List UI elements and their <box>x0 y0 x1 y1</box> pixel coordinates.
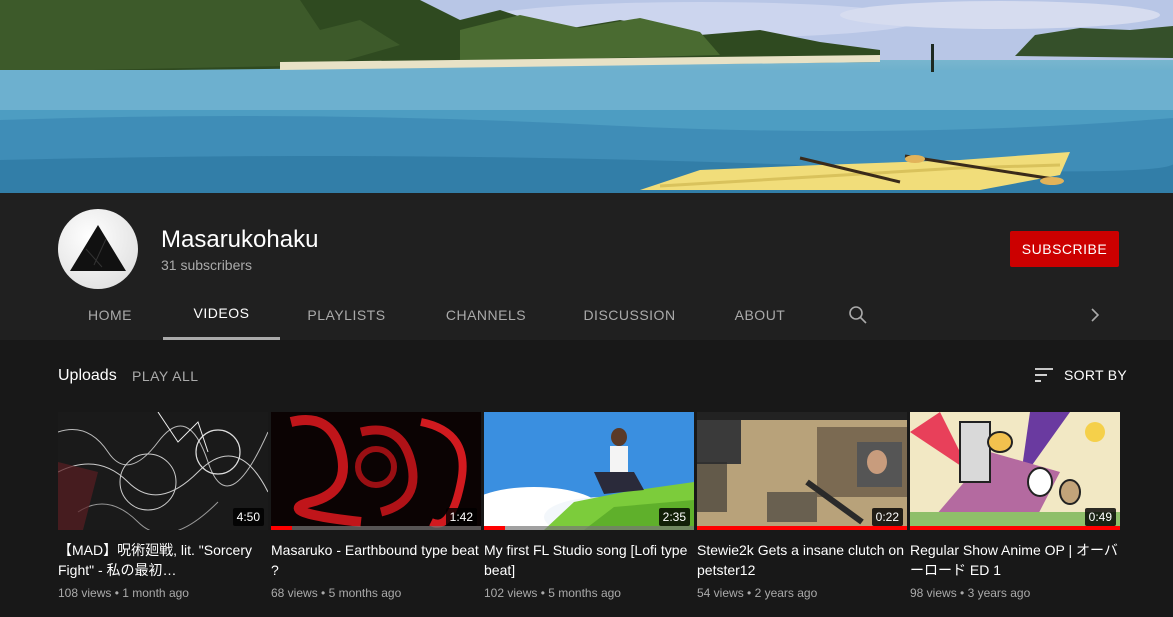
watch-progress <box>271 526 481 530</box>
subscribe-button[interactable]: SUBSCRIBE <box>1010 231 1119 267</box>
view-count: 102 views <box>484 586 538 600</box>
sort-icon <box>1035 368 1053 382</box>
watch-progress <box>484 526 694 530</box>
watch-progress-fill <box>910 526 1120 530</box>
sort-by-label: SORT BY <box>1064 367 1128 383</box>
view-count: 68 views <box>271 586 318 600</box>
video-thumbnail[interactable]: 0:49 <box>910 412 1120 530</box>
videos-section: Uploads PLAY ALL SORT BY 4:50 【MAD】呪術廻戦,… <box>0 340 1173 617</box>
video-meta: 102 views • 5 months ago <box>484 586 621 600</box>
watch-progress <box>910 526 1120 530</box>
video-thumbnail[interactable]: 0:22 <box>697 412 907 530</box>
channel-banner <box>0 0 1173 193</box>
chevron-right-icon[interactable] <box>1085 305 1105 325</box>
video-thumbnail[interactable]: 4:50 <box>58 412 268 530</box>
video-meta: 54 views • 2 years ago <box>697 586 818 600</box>
video-thumbnail[interactable]: 2:35 <box>484 412 694 530</box>
tab-playlists[interactable]: PLAYLISTS <box>296 289 397 340</box>
video-meta: 68 views • 5 months ago <box>271 586 402 600</box>
video-duration: 2:35 <box>658 508 690 526</box>
sort-by-button[interactable]: SORT BY <box>1034 364 1127 386</box>
watch-progress-fill <box>271 526 292 530</box>
triangle-logo-icon <box>70 225 126 271</box>
channel-header: Masarukohaku 31 subscribers SUBSCRIBE HO… <box>0 193 1173 340</box>
video-meta: 98 views • 3 years ago <box>910 586 1031 600</box>
play-all-button[interactable]: PLAY ALL <box>132 368 199 384</box>
view-count: 108 views <box>58 586 112 600</box>
watch-progress <box>697 526 907 530</box>
tab-discussion[interactable]: DISCUSSION <box>573 289 686 340</box>
upload-age: 5 months ago <box>548 586 621 600</box>
video-title[interactable]: Regular Show Anime OP | オーバーロード ED 1 <box>910 540 1120 580</box>
video-title[interactable]: Masaruko - Earthbound type beat ? <box>271 540 481 580</box>
video-thumbnail[interactable]: 1:42 <box>271 412 481 530</box>
video-card[interactable]: 0:49 Regular Show Anime OP | オーバーロード ED … <box>910 412 1120 600</box>
video-card[interactable]: 2:35 My first FL Studio song [Lofi type … <box>484 412 694 600</box>
upload-age: 3 years ago <box>967 586 1031 600</box>
video-duration: 4:50 <box>232 508 264 526</box>
banner-image <box>0 0 1173 193</box>
watch-progress-fill <box>484 526 505 530</box>
view-count: 54 views <box>697 586 744 600</box>
upload-age: 5 months ago <box>328 586 402 600</box>
channel-tabs: HOME VIDEOS PLAYLISTS CHANNELS DISCUSSIO… <box>0 289 1173 340</box>
view-count: 98 views <box>910 586 957 600</box>
video-card[interactable]: 0:22 Stewie2k Gets a insane clutch on pe… <box>697 412 907 600</box>
tab-videos[interactable]: VIDEOS <box>163 289 280 340</box>
tab-home[interactable]: HOME <box>76 289 144 340</box>
video-meta: 108 views • 1 month ago <box>58 586 189 600</box>
video-card[interactable]: 4:50 【MAD】呪術廻戦, lit. "Sorcery Fight" - 私… <box>58 412 268 600</box>
search-icon[interactable] <box>848 305 868 325</box>
upload-age: 1 month ago <box>122 586 189 600</box>
tab-channels[interactable]: CHANNELS <box>434 289 538 340</box>
subscriber-count: 31 subscribers <box>161 257 253 273</box>
video-duration: 0:22 <box>871 508 903 526</box>
video-duration: 0:49 <box>1084 508 1116 526</box>
video-title[interactable]: 【MAD】呪術廻戦, lit. "Sorcery Fight" - 私の最初… <box>58 540 268 580</box>
channel-name: Masarukohaku <box>161 226 319 253</box>
watch-progress-fill <box>697 526 907 530</box>
upload-age: 2 years ago <box>754 586 818 600</box>
section-title: Uploads <box>58 367 117 384</box>
video-card[interactable]: 1:42 Masaruko - Earthbound type beat ? 6… <box>271 412 481 600</box>
video-title[interactable]: My first FL Studio song [Lofi type beat] <box>484 540 694 580</box>
channel-avatar[interactable] <box>58 209 138 289</box>
video-duration: 1:42 <box>445 508 477 526</box>
tab-about[interactable]: ABOUT <box>722 289 798 340</box>
video-title[interactable]: Stewie2k Gets a insane clutch on petster… <box>697 540 907 580</box>
